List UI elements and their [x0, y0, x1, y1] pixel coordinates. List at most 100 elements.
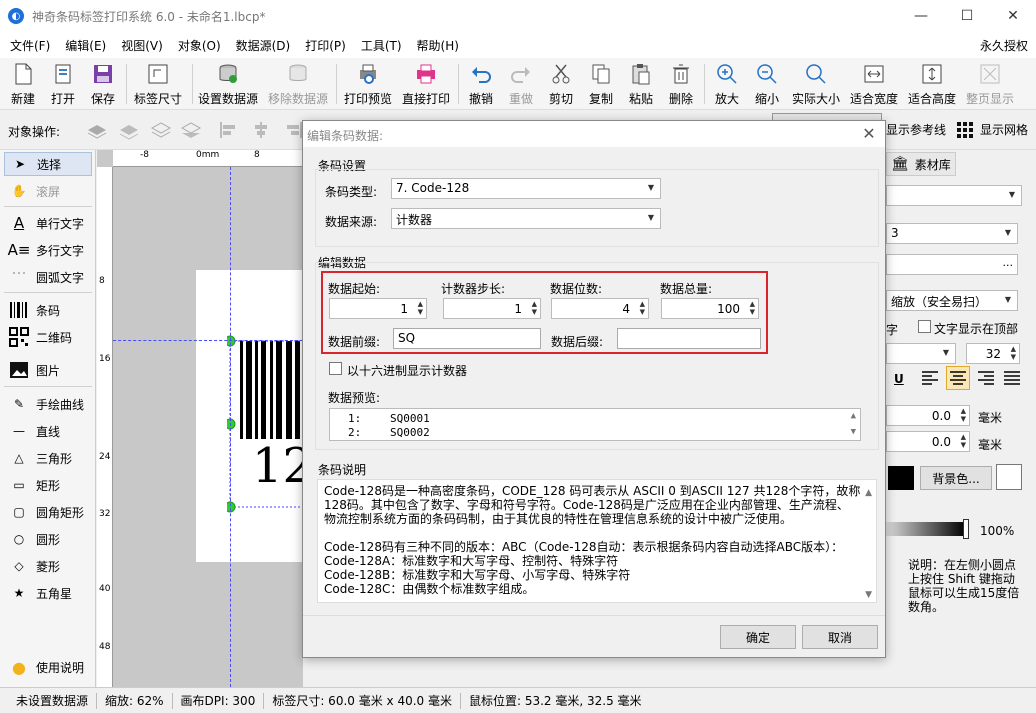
tool-rectangle[interactable]: ▭ 矩形 — [4, 473, 92, 497]
tool-scroll[interactable]: ✋ 滚屏 — [4, 179, 92, 203]
cut-button[interactable]: 剪切 — [546, 62, 576, 108]
label-size-button[interactable]: 标签尺寸 — [132, 62, 184, 108]
tool-arc-text[interactable]: ˙˙˙ 圆弧文字 — [4, 265, 92, 289]
menu-view[interactable]: 视图(V) — [116, 37, 168, 54]
scroll-down-icon[interactable]: ▼ — [851, 427, 856, 437]
property-combo-1[interactable]: ▼ — [886, 185, 1022, 206]
open-button[interactable]: 打开 — [48, 62, 78, 108]
data-preview-list[interactable]: 1: SQ0001 2: SQ0002 ▲ ▼ — [329, 408, 861, 441]
tool-select[interactable]: ➤ 选择 — [4, 152, 92, 176]
total-label: 数据总量: — [660, 282, 713, 296]
font-select[interactable]: ▼ — [886, 343, 956, 364]
menu-file[interactable]: 文件(F) — [5, 37, 55, 54]
tool-image[interactable]: 图片 — [4, 358, 92, 382]
barcode-type-select[interactable]: 7. Code-128 ▼ — [391, 178, 661, 199]
zoom-in-button[interactable]: 放大 — [712, 62, 742, 108]
start-stepper[interactable]: 1 ▲ ▼ — [329, 298, 427, 319]
tool-freehand[interactable]: ✎ 手绘曲线 — [4, 392, 92, 416]
text-a-icon: A — [13, 214, 25, 232]
help-instructions[interactable]: ● 使用说明 — [4, 655, 92, 679]
total-stepper[interactable]: 100 ▲ ▼ — [661, 298, 759, 319]
fit-height-button[interactable]: 适合高度 — [906, 62, 958, 108]
tool-diamond[interactable]: ◇ 菱形 — [4, 554, 92, 578]
tool-single-line-text[interactable]: A 单行文字 — [4, 211, 92, 235]
design-canvas[interactable]: -8 0mm 8 8 16 24 32 40 48 12 — [97, 150, 303, 687]
ok-button[interactable]: 确定 — [720, 625, 796, 649]
print-preview-button[interactable]: 打印预览 — [342, 62, 394, 108]
paste-button[interactable]: 粘贴 — [626, 62, 656, 108]
prefix-input[interactable]: SQ — [393, 328, 541, 349]
menu-datasource[interactable]: 数据源(D) — [231, 37, 296, 54]
set-datasource-button[interactable]: 设置数据源 — [196, 62, 260, 108]
align-center-icon[interactable] — [250, 120, 272, 140]
layer-top-icon[interactable] — [118, 120, 140, 140]
save-button[interactable]: 保存 — [88, 62, 118, 108]
offset-x-stepper[interactable]: 0.0 ▲ ▼ — [886, 405, 970, 426]
digits-stepper[interactable]: 4 ▲ ▼ — [551, 298, 649, 319]
full-page-button[interactable]: 整页显示 — [964, 62, 1016, 108]
delete-button[interactable]: 删除 — [666, 62, 696, 108]
rectangle-icon: ▭ — [13, 478, 25, 492]
property-combo-2[interactable]: 3 ▼ — [886, 223, 1018, 244]
zoom-out-button[interactable]: 缩小 — [752, 62, 782, 108]
layer-up-icon[interactable] — [86, 120, 108, 140]
layer-down-icon[interactable] — [150, 120, 172, 140]
new-button[interactable]: 新建 — [8, 62, 38, 108]
step-stepper[interactable]: 1 ▲ ▼ — [443, 298, 541, 319]
align-right-icon[interactable] — [282, 120, 304, 140]
property-text-field[interactable]: ... — [886, 254, 1018, 275]
tool-line[interactable]: — 直线 — [4, 419, 92, 443]
menu-edit[interactable]: 编辑(E) — [60, 37, 111, 54]
align-center-text-button[interactable] — [946, 366, 970, 390]
scroll-up-icon[interactable]: ▲ — [851, 411, 856, 421]
foreground-color-swatch[interactable] — [888, 466, 914, 490]
opacity-slider-thumb[interactable] — [963, 519, 969, 539]
actual-size-button[interactable]: 实际大小 — [790, 62, 842, 108]
layer-bottom-icon[interactable] — [180, 120, 202, 140]
cancel-button[interactable]: 取消 — [802, 625, 878, 649]
maximize-button[interactable]: ☐ — [944, 0, 990, 32]
redo-button[interactable]: 重做 — [506, 62, 536, 108]
suffix-input[interactable] — [617, 328, 761, 349]
underline-button[interactable]: U — [894, 372, 904, 386]
font-size-stepper[interactable]: 32 ▲ ▼ — [966, 343, 1020, 364]
tool-barcode[interactable]: 条码 — [4, 298, 92, 322]
library-tab[interactable]: 🏛 素材库 — [886, 152, 956, 176]
show-guides-toggle[interactable]: 显示参考线 — [886, 121, 946, 138]
undo-button[interactable]: 撤销 — [466, 62, 496, 108]
tool-qrcode[interactable]: 二维码 — [4, 325, 92, 349]
menu-print[interactable]: 打印(P) — [300, 37, 351, 54]
license-status[interactable]: 永久授权 — [980, 37, 1028, 54]
align-left-icon[interactable] — [218, 120, 240, 140]
scale-mode-select[interactable]: 缩放（安全易扫） ▼ — [886, 290, 1018, 311]
tool-triangle[interactable]: △ 三角形 — [4, 446, 92, 470]
tool-circle[interactable]: ○ 圆形 — [4, 527, 92, 551]
align-right-text-button[interactable] — [976, 368, 998, 390]
minimize-button[interactable]: — — [898, 0, 944, 32]
hex-counter-checkbox[interactable] — [329, 362, 342, 375]
tool-star[interactable]: ★ 五角星 — [4, 581, 92, 605]
background-color-button[interactable]: 背景色... — [920, 466, 992, 490]
menu-object[interactable]: 对象(O) — [173, 37, 226, 54]
opacity-slider[interactable] — [886, 522, 966, 536]
rotate-tip-text: 说明：在左侧小圆点上按住 Shift 键拖动鼠标可以生成15度倍数角。 — [908, 558, 1020, 614]
desc-scroll-up-icon[interactable]: ▲ — [865, 486, 872, 500]
background-color-swatch[interactable] — [996, 464, 1022, 490]
copy-button[interactable]: 复制 — [586, 62, 616, 108]
menu-help[interactable]: 帮助(H) — [412, 37, 464, 54]
text-on-top-checkbox[interactable] — [918, 320, 931, 333]
remove-datasource-button[interactable]: 移除数据源 — [266, 62, 330, 108]
datasource-select[interactable]: 计数器 ▼ — [391, 208, 661, 229]
show-grid-toggle[interactable]: 显示网格 — [980, 121, 1028, 138]
align-left-text-button[interactable] — [920, 368, 942, 390]
direct-print-button[interactable]: 直接打印 — [400, 62, 452, 108]
tool-rounded-rectangle[interactable]: ▢ 圆角矩形 — [4, 500, 92, 524]
offset-y-stepper[interactable]: 0.0 ▲ ▼ — [886, 431, 970, 452]
justify-text-button[interactable] — [1002, 368, 1024, 390]
tool-multi-line-text[interactable]: A≡ 多行文字 — [4, 238, 92, 262]
menu-tools[interactable]: 工具(T) — [356, 37, 407, 54]
fit-width-button[interactable]: 适合宽度 — [848, 62, 900, 108]
dialog-close-button[interactable]: ✕ — [859, 124, 879, 144]
desc-scroll-down-icon[interactable]: ▼ — [865, 588, 872, 602]
close-window-button[interactable]: ✕ — [990, 0, 1036, 32]
